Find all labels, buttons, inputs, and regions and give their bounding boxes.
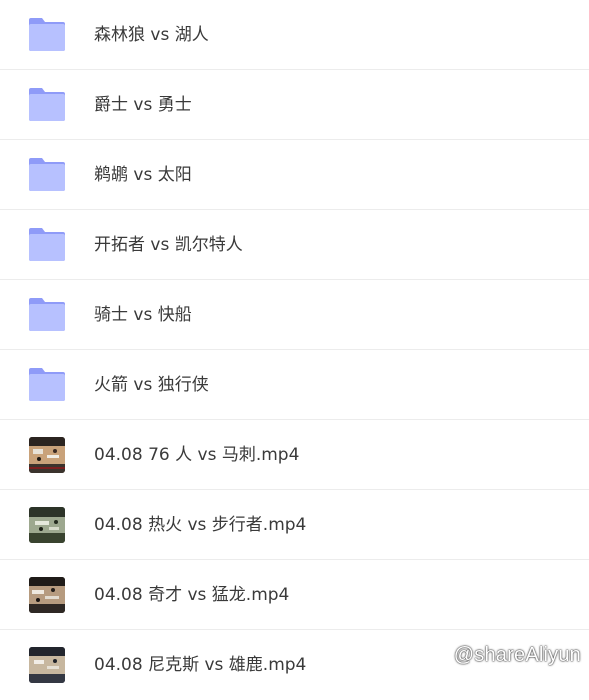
folder-icon: [28, 86, 66, 122]
video-thumbnail: [29, 507, 65, 543]
folder-row[interactable]: 骑士 vs 快船: [0, 280, 589, 350]
folder-row[interactable]: 开拓者 vs 凯尔特人: [0, 210, 589, 280]
video-row[interactable]: 04.08 奇才 vs 猛龙.mp4: [0, 560, 589, 630]
video-name: 04.08 尼克斯 vs 雄鹿.mp4: [94, 655, 307, 675]
folder-icon: [28, 296, 66, 332]
video-row[interactable]: 04.08 热火 vs 步行者.mp4: [0, 490, 589, 560]
video-thumbnail: [29, 577, 65, 613]
folder-name: 开拓者 vs 凯尔特人: [94, 235, 243, 255]
folder-row[interactable]: 鹈鹕 vs 太阳: [0, 140, 589, 210]
folder-icon: [28, 156, 66, 192]
folder-icon: [28, 366, 66, 402]
folder-row[interactable]: 火箭 vs 独行侠: [0, 350, 589, 420]
video-thumbnail: [29, 647, 65, 683]
folder-row[interactable]: 森林狼 vs 湖人: [0, 0, 589, 70]
video-row[interactable]: 04.08 76 人 vs 马刺.mp4: [0, 420, 589, 490]
folder-name: 鹈鹕 vs 太阳: [94, 165, 192, 185]
folder-name: 火箭 vs 独行侠: [94, 375, 209, 395]
folder-name: 森林狼 vs 湖人: [94, 25, 209, 45]
video-name: 04.08 奇才 vs 猛龙.mp4: [94, 585, 290, 605]
folder-icon: [28, 16, 66, 52]
video-name: 04.08 热火 vs 步行者.mp4: [94, 515, 307, 535]
folder-row[interactable]: 爵士 vs 勇士: [0, 70, 589, 140]
watermark-text: @shareAliyun: [453, 644, 581, 666]
folder-icon: [28, 226, 66, 262]
video-thumbnail: [29, 437, 65, 473]
folder-name: 骑士 vs 快船: [94, 305, 192, 325]
folder-name: 爵士 vs 勇士: [94, 95, 192, 115]
video-name: 04.08 76 人 vs 马刺.mp4: [94, 445, 300, 465]
